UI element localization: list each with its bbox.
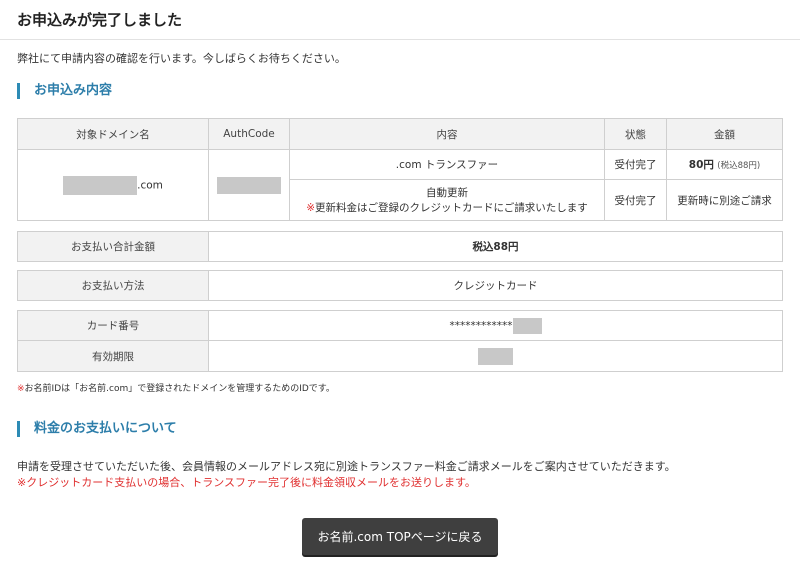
billing-line-2: ※クレジットカード支払いの場合、トランスファー完了後に料金領収メールをお送りしま… [17,474,476,490]
billing-section-heading: 料金のお支払いについて [17,421,177,437]
back-to-top-button[interactable]: お名前.com TOPページに戻る [302,518,498,555]
domain-suffix: .com [137,179,163,191]
expiry-cell [208,340,783,372]
price-autorenew: 更新時に別途ご請求 [666,179,783,221]
price-transfer-tax: (税込88円) [717,161,761,171]
card-number-redacted [512,317,542,334]
order-section-heading: お申込み内容 [17,83,112,99]
order-table-header: 対象ドメイン名 AuthCode 内容 状態 金額 [17,118,783,150]
header-content: 内容 [289,118,605,150]
status-autorenew: 受付完了 [604,179,667,221]
expiry-label: 有効期限 [17,340,209,372]
total-label: お支払い合計金額 [17,231,209,262]
total-table: お支払い合計金額 税込88円 [17,231,783,262]
header-status: 状態 [604,118,667,150]
intro-text: 弊社にて申請内容の確認を行います。今しばらくお待ちください。 [17,52,346,65]
footnote: ※お名前IDは「お名前.com」で登録されたドメインを管理するためのIDです。 [17,381,335,394]
header-authcode: AuthCode [208,118,290,150]
price-transfer-cell: 80円 (税込88円) [666,149,783,180]
content-autorenew-cell: 自動更新 ※更新料金はご登録のクレジットカードにご請求いたします [289,179,605,221]
page-title: お申込みが完了しました [17,11,183,29]
method-value: クレジットカード [208,270,783,301]
title-divider [0,39,800,40]
billing-line-1: 申請を受理させていただいた後、会員情報のメールアドレス宛に別途トランスファー料金… [17,460,676,473]
method-label: お支払い方法 [17,270,209,301]
order-table: 対象ドメイン名 AuthCode 内容 状態 金額 .com .com トランス… [17,118,783,221]
footnote-mark: ※ [17,384,25,394]
domain-redacted [63,175,138,195]
authcode-redacted [217,176,281,194]
billing-line-2-text: クレジットカード支払いの場合、トランスファー完了後に料金領収メールをお送りします… [26,476,476,489]
card-number-mask: ************ [449,319,513,332]
authcode-cell [208,149,290,221]
status-transfer: 受付完了 [604,149,667,180]
content-autorenew-note: 更新料金はご登録のクレジットカードにご請求いたします [315,202,588,214]
footnote-text: お名前IDは「お名前.com」で登録されたドメインを管理するためのIDです。 [24,384,335,394]
method-table: お支払い方法 クレジットカード [17,270,783,301]
expiry-redacted [478,347,513,365]
header-domain: 対象ドメイン名 [17,118,209,150]
table-row: .com .com トランスファー 受付完了 80円 (税込88円) [17,149,783,221]
card-number-label: カード番号 [17,310,209,341]
price-transfer: 80円 [688,159,714,171]
domain-cell: .com [17,149,209,221]
total-value: 税込88円 [208,231,783,262]
card-table: カード番号 ************ 有効期限 [17,310,783,372]
content-transfer: .com トランスファー [289,149,605,180]
billing-line-2-mark: ※ [17,476,27,489]
card-number-cell: ************ [208,310,783,341]
header-price: 金額 [666,118,783,150]
content-autorenew: 自動更新 [426,187,468,199]
note-mark: ※ [306,202,315,214]
